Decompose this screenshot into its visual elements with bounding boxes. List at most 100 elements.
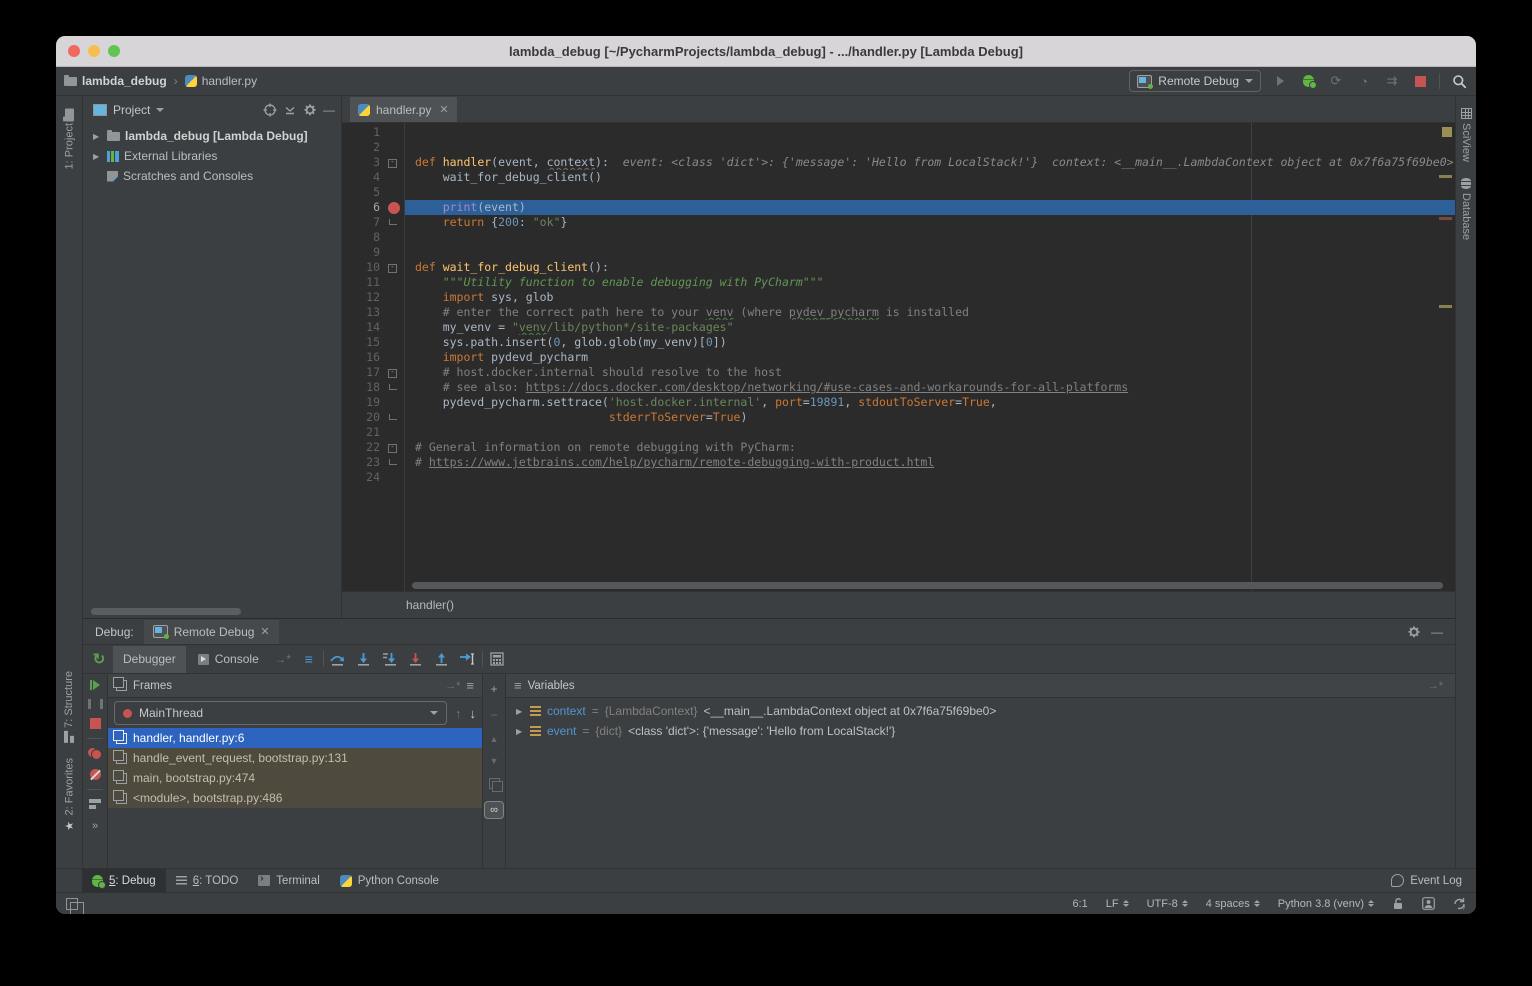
fold-marker-icon[interactable]: - (388, 264, 397, 273)
status-widget-lf[interactable]: LF (1106, 898, 1129, 910)
update-indicator-button[interactable]: ? (1453, 897, 1466, 910)
add-watch-button[interactable]: + (490, 682, 497, 696)
project-view-title[interactable]: Project (113, 103, 150, 117)
step-into-button[interactable] (352, 649, 376, 669)
gutter-line[interactable]: 17- (342, 365, 404, 380)
step-out-button[interactable] (430, 649, 454, 669)
status-widget-4-spaces[interactable]: 4 spaces (1206, 898, 1260, 910)
force-step-into-button[interactable] (404, 649, 428, 669)
tab-debugger[interactable]: Debugger (113, 646, 186, 673)
step-into-my-code-button[interactable] (378, 649, 402, 669)
gutter-line[interactable]: 20 (342, 410, 404, 425)
stop-button[interactable] (90, 718, 101, 729)
hamburger-menu-icon[interactable]: ≡ (466, 678, 474, 693)
gutter-line[interactable]: 9 (342, 245, 404, 260)
toggle-toolwindow-bars-icon[interactable] (66, 898, 78, 910)
close-session-icon[interactable]: ✕ (260, 625, 269, 638)
expand-arrow-icon[interactable]: ▶ (93, 132, 102, 141)
code-line[interactable] (405, 185, 1455, 200)
debug-session-tab[interactable]: Remote Debug ✕ (144, 620, 279, 644)
scrollbar-mark[interactable] (1439, 217, 1452, 220)
scrollbar-mark[interactable] (1439, 175, 1452, 178)
fold-marker-icon[interactable] (389, 414, 397, 420)
code-line[interactable]: # General information on remote debuggin… (405, 440, 1455, 455)
mute-breakpoints-button[interactable] (90, 769, 101, 780)
toolwindow-button-6-todo[interactable]: 6: TODO (166, 869, 249, 892)
gutter-line[interactable]: 22- (342, 440, 404, 455)
project-tree-item[interactable]: Scratches and Consoles (83, 166, 341, 186)
frame-row[interactable]: handle_event_request, bootstrap.py:131 (108, 748, 482, 768)
tool-stripe-sciview[interactable]: SciView (1460, 100, 1472, 170)
code-line[interactable] (405, 125, 1455, 140)
show-execution-point-button[interactable]: →* (271, 649, 295, 669)
frame-row[interactable]: handler, handler.py:6 (108, 728, 482, 748)
gutter-line[interactable]: 10- (342, 260, 404, 275)
code-line[interactable] (405, 140, 1455, 155)
attach-profiler-button[interactable]: ⟳ (1327, 72, 1345, 90)
code-line[interactable]: # https://www.jetbrains.com/help/pycharm… (405, 455, 1455, 470)
event-log-button[interactable]: Event Log (1391, 874, 1476, 887)
code-line[interactable]: def wait_for_debug_client(): (405, 260, 1455, 275)
gear-icon[interactable] (1407, 625, 1421, 639)
code-line[interactable]: import pydevd_pycharm (405, 350, 1455, 365)
code-line[interactable] (405, 425, 1455, 440)
caret-position[interactable]: 6:1 (1072, 898, 1087, 910)
code-line[interactable]: sys.path.insert(0, glob.glob(my_venv)[0]… (405, 335, 1455, 350)
step-over-button[interactable] (326, 649, 350, 669)
gutter-line[interactable]: 13 (342, 305, 404, 320)
pin-panel-icon[interactable]: →* (445, 680, 460, 692)
code-line[interactable]: # see also: https://docs.docker.com/desk… (405, 380, 1455, 395)
move-up-button[interactable]: ▲ (490, 734, 499, 744)
fold-marker-icon[interactable]: - (388, 159, 397, 168)
tab-handler-py[interactable]: handler.py ✕ (350, 97, 457, 122)
breadcrumb-file[interactable]: handler.py (202, 74, 257, 88)
hide-tool-window-icon[interactable]: — (1431, 625, 1443, 639)
code-line[interactable]: # host.docker.internal should resolve to… (405, 365, 1455, 380)
code-link[interactable]: https://www.jetbrains.com/help/pycharm/r… (429, 455, 934, 469)
expand-arrow-icon[interactable]: ▶ (93, 152, 102, 161)
breakpoint-icon[interactable] (388, 202, 400, 214)
gutter-line[interactable]: 7 (342, 215, 404, 230)
toolwindow-button-python-console[interactable]: Python Console (330, 869, 449, 892)
code-line[interactable]: """Utility function to enable debugging … (405, 275, 1455, 290)
run-with-coverage-button[interactable]: ◔ (1355, 72, 1373, 90)
frame-row[interactable]: <module>, bootstrap.py:486 (108, 788, 482, 808)
fold-marker-icon[interactable]: - (388, 444, 397, 453)
locate-file-icon[interactable] (263, 103, 277, 117)
thread-selector[interactable]: MainThread (114, 701, 447, 725)
gutter-line[interactable]: 12 (342, 290, 404, 305)
fold-marker-icon[interactable] (389, 219, 397, 225)
code-editor[interactable]: 123-45678910-11121314151617-1819202122-2… (342, 123, 1455, 591)
code-line[interactable]: import sys, glob (405, 290, 1455, 305)
search-everywhere-button[interactable] (1450, 72, 1468, 90)
run-button[interactable] (1271, 72, 1289, 90)
expand-arrow-icon[interactable]: ▶ (516, 727, 524, 736)
fold-marker-icon[interactable] (389, 459, 397, 465)
code-line[interactable] (405, 470, 1455, 485)
code-with-me-button[interactable] (1422, 897, 1435, 910)
variable-row[interactable]: ▶context = {LambdaContext} <__main__.Lam… (506, 701, 1455, 721)
tool-stripe-database[interactable]: Database (1460, 170, 1472, 248)
gutter-line[interactable]: 24 (342, 470, 404, 485)
code-line[interactable]: pydevd_pycharm.settrace('host.docker.int… (405, 395, 1455, 410)
status-widget-python-3-8-venv-[interactable]: Python 3.8 (venv) (1278, 898, 1374, 910)
gutter-line[interactable]: 6 (342, 200, 404, 215)
toolwindow-button-5-debug[interactable]: 5: Debug (82, 869, 166, 892)
chevron-down-icon[interactable] (156, 108, 164, 112)
code-line[interactable]: # enter the correct path here to your ve… (405, 305, 1455, 320)
fold-marker-icon[interactable]: - (388, 369, 397, 378)
evaluate-expression-button[interactable] (485, 649, 509, 669)
more-actions-button[interactable]: » (92, 820, 98, 832)
stop-button[interactable] (1411, 72, 1429, 90)
code-area[interactable]: def handler(event, context): event: <cla… (405, 123, 1455, 591)
remove-watch-button[interactable]: − (490, 708, 497, 722)
rerun-debugger-button[interactable]: ↻ (87, 649, 111, 669)
gutter-line[interactable]: 21 (342, 425, 404, 440)
gutter-line[interactable]: 5 (342, 185, 404, 200)
gutter-line[interactable]: 1 (342, 125, 404, 140)
tool-stripe-project[interactable]: 1: Project (63, 102, 76, 177)
gutter-line[interactable]: 8 (342, 230, 404, 245)
run-configuration-select[interactable]: Remote Debug (1129, 70, 1261, 92)
project-horizontal-scrollbar[interactable] (91, 608, 241, 615)
code-line[interactable]: return {200: "ok"} (405, 215, 1455, 230)
